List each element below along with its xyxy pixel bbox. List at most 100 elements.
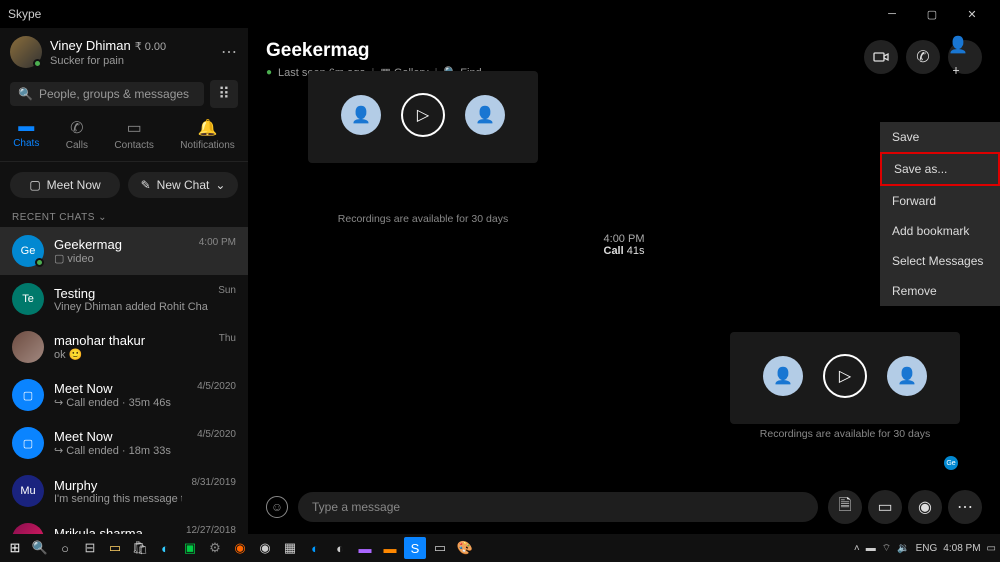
ctx-select-messages[interactable]: Select Messages — [880, 246, 1000, 276]
search-placeholder: People, groups & messages — [39, 87, 189, 101]
search-icon: 🔍 — [18, 87, 33, 101]
titlebar: Skype ─ ▢ ✕ — [0, 0, 1000, 28]
chrome-icon[interactable]: ◉ — [254, 537, 276, 559]
chat-item-geekermag[interactable]: Ge Geekermag▢video 4:00 PM — [0, 227, 248, 275]
app-icon[interactable]: ▭ — [429, 537, 451, 559]
edge-icon[interactable]: ◐ — [154, 537, 176, 559]
profile-name: Viney Dhiman — [50, 38, 131, 53]
context-menu: Save Save as... Forward Add bookmark Sel… — [880, 122, 1000, 306]
recording-caption: Recordings are available for 30 days — [730, 428, 960, 440]
new-chat-button[interactable]: ✎New Chat⌄ — [128, 172, 238, 198]
chat-avatar: ▢ — [12, 427, 44, 459]
app-icon[interactable]: ◐ — [329, 537, 351, 559]
chat-avatar — [12, 523, 44, 534]
ctx-forward[interactable]: Forward — [880, 186, 1000, 216]
app-icon[interactable]: 🎨 — [454, 537, 476, 559]
play-button[interactable]: ▷ — [401, 93, 445, 137]
app-icon[interactable]: ▬ — [354, 537, 376, 559]
video-icon: ▢ — [23, 437, 33, 450]
store-icon[interactable]: 🛍 — [129, 537, 151, 559]
notifications-icon[interactable]: ▭ — [987, 543, 996, 554]
profile-more-icon[interactable]: ⋯ — [221, 42, 238, 62]
firefox-icon[interactable]: ◉ — [229, 537, 251, 559]
chat-item-testing[interactable]: Te TestingViney Dhiman added Rohit Cha..… — [0, 275, 248, 323]
volume-icon[interactable]: 🔉 — [897, 543, 909, 554]
dialpad-button[interactable]: ⠿ — [210, 80, 238, 108]
battery-icon[interactable]: ▬ — [866, 543, 876, 554]
chat-header-title[interactable]: Geekermag — [266, 40, 864, 62]
participant-avatar: 👤 — [887, 356, 927, 396]
call-status: 4:00 PM Call 41s — [604, 233, 645, 257]
office-icon[interactable]: ▦ — [279, 537, 301, 559]
contacts-icon: ▭ — [127, 118, 142, 138]
language-indicator[interactable]: ENG — [916, 543, 938, 554]
contact-card-button[interactable]: ▭ — [868, 490, 902, 524]
recording-card[interactable]: 👤 ▷ 👤 — [308, 71, 538, 163]
profile-row[interactable]: Viney Dhiman₹ 0.00 Sucker for pain ⋯ — [0, 28, 248, 76]
recording-card[interactable]: 👤 ▷ 👤 — [730, 332, 960, 424]
wifi-icon[interactable]: ⌔ — [882, 542, 891, 555]
participant-avatar: 👤 — [465, 95, 505, 135]
presence-dot — [35, 258, 44, 267]
chevron-down-icon: ⌄ — [215, 178, 225, 192]
profile-credit: ₹ 0.00 — [135, 41, 166, 53]
clock[interactable]: 4:08 PM — [943, 543, 980, 554]
presence-dot: ● — [266, 67, 272, 78]
record-button[interactable]: ◉ — [908, 490, 942, 524]
message-input[interactable]: Type a message — [298, 492, 818, 522]
cortana-icon[interactable]: ○ — [54, 537, 76, 559]
tab-calls[interactable]: ✆Calls — [66, 118, 88, 151]
phone-icon: ✆ — [70, 118, 83, 138]
close-button[interactable]: ✕ — [952, 0, 992, 28]
taskview-icon[interactable]: ⊟ — [79, 537, 101, 559]
app-title: Skype — [8, 7, 872, 21]
chat-list: Ge Geekermag▢video 4:00 PM Te TestingVin… — [0, 227, 248, 534]
tab-contacts[interactable]: ▭Contacts — [114, 118, 153, 151]
taskbar: ⊞ 🔍 ○ ⊟ ▭ 🛍 ◐ ▣ ⚙ ◉ ◉ ▦ ◐ ◐ ▬ ▬ S ▭ 🎨 ˄ … — [0, 534, 1000, 562]
audio-call-button[interactable]: ✆ — [906, 40, 940, 74]
ctx-save-as[interactable]: Save as... — [880, 152, 1000, 186]
ctx-remove[interactable]: Remove — [880, 276, 1000, 306]
app-icon[interactable]: ⚙ — [204, 537, 226, 559]
app-icon[interactable]: ▣ — [179, 537, 201, 559]
recent-chats-label[interactable]: RECENT CHATS ⌄ — [0, 208, 248, 227]
emoji-button[interactable]: ☺ — [266, 496, 288, 518]
chat-avatar: Mu — [12, 475, 44, 507]
explorer-icon[interactable]: ▭ — [104, 537, 126, 559]
ctx-save[interactable]: Save — [880, 122, 1000, 152]
search-icon[interactable]: 🔍 — [29, 537, 51, 559]
tab-notifications[interactable]: 🔔Notifications — [180, 118, 234, 151]
tab-chats[interactable]: ▬Chats — [13, 118, 39, 151]
video-icon: ▢ — [23, 389, 33, 402]
participant-avatar: 👤 — [763, 356, 803, 396]
chat-item-meetnow-2[interactable]: ▢ Meet Now↪ Call ended · 18m 33s 4/5/202… — [0, 419, 248, 467]
more-button[interactable]: ⋯ — [948, 490, 982, 524]
edge-icon[interactable]: ◐ — [304, 537, 326, 559]
meet-now-button[interactable]: ▢Meet Now — [10, 172, 120, 198]
add-participant-button[interactable]: 👤﹢ — [948, 40, 982, 74]
chat-item-manohar[interactable]: manohar thakurok 🙂 Thu — [0, 323, 248, 371]
app-icon[interactable]: ▬ — [379, 537, 401, 559]
chat-item-murphy[interactable]: Mu MurphyI'm sending this message t... 8… — [0, 467, 248, 515]
start-button[interactable]: ⊞ — [4, 537, 26, 559]
chat-item-meetnow-1[interactable]: ▢ Meet Now↪ Call ended · 35m 46s 4/5/202… — [0, 371, 248, 419]
tray-chevron-icon[interactable]: ˄ — [854, 543, 860, 554]
attach-file-button[interactable]: 🗎 — [828, 490, 862, 524]
chat-avatar — [12, 331, 44, 363]
video-call-button[interactable] — [864, 40, 898, 74]
avatar[interactable] — [10, 36, 42, 68]
maximize-button[interactable]: ▢ — [912, 0, 952, 28]
chat-avatar: ▢ — [12, 379, 44, 411]
window-controls: ─ ▢ ✕ — [872, 0, 992, 28]
ctx-add-bookmark[interactable]: Add bookmark — [880, 216, 1000, 246]
chat-item-mrikula[interactable]: Mrikula sharma5149 12/27/2018 — [0, 515, 248, 534]
nav-tabs: ▬Chats ✆Calls ▭Contacts 🔔Notifications — [0, 112, 248, 162]
compose-bar: ☺ Type a message 🗎 ▭ ◉ ⋯ — [248, 484, 1000, 534]
play-button[interactable]: ▷ — [823, 354, 867, 398]
chat-icon: ▬ — [18, 118, 34, 136]
minimize-button[interactable]: ─ — [872, 0, 912, 28]
compose-icon: ✎ — [141, 178, 151, 192]
search-input[interactable]: 🔍 People, groups & messages — [10, 82, 204, 106]
system-tray[interactable]: ˄ ▬ ⌔ 🔉 ENG 4:08 PM ▭ — [854, 542, 996, 555]
skype-taskbar-icon[interactable]: S — [404, 537, 426, 559]
